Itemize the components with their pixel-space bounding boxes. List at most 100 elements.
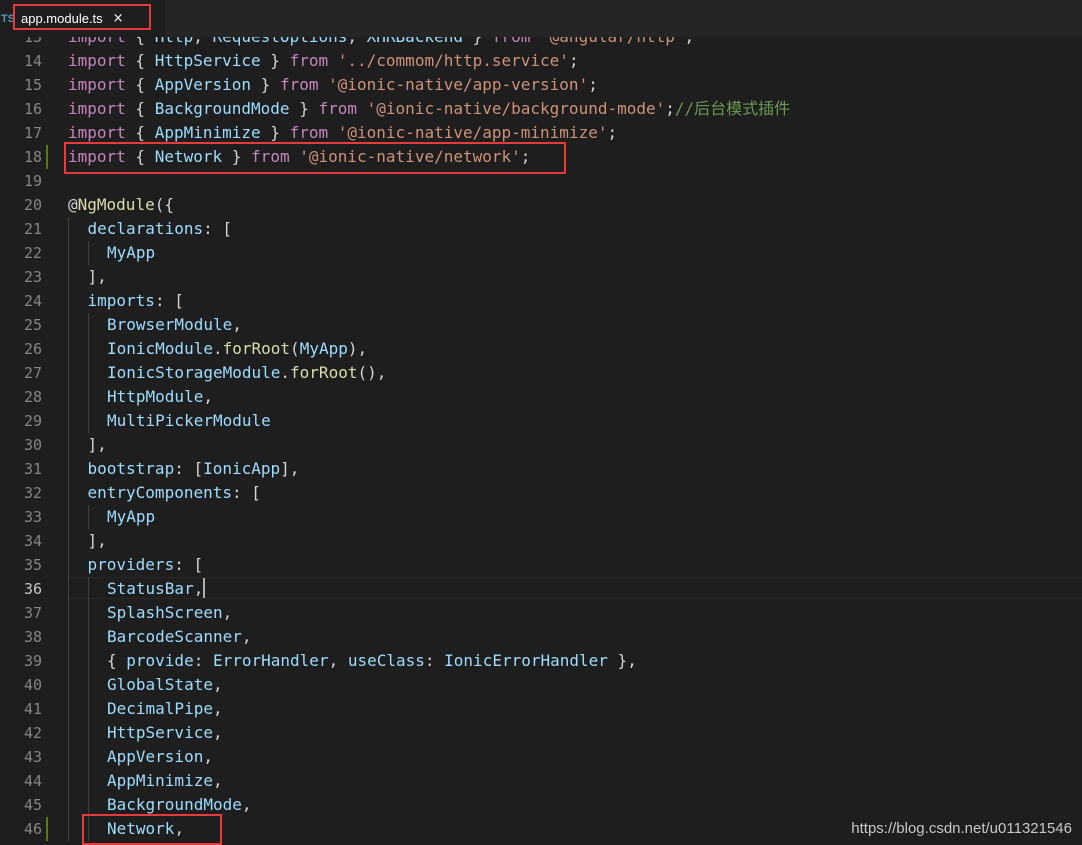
code-token: from <box>279 75 319 94</box>
code-line[interactable]: 27 IonicStorageModule.forRoot(), <box>0 361 1082 385</box>
indent-guide <box>87 409 89 433</box>
code-token: { <box>125 51 155 70</box>
line-number: 25 <box>23 316 42 334</box>
code-line[interactable]: 36 StatusBar, <box>0 577 1082 601</box>
indent-guide <box>87 361 89 385</box>
code-line[interactable]: 21 declarations: [ <box>0 217 1082 241</box>
code-token: , <box>212 675 223 694</box>
code-line[interactable]: 20 @NgModule({ <box>0 193 1082 217</box>
code-token: //后台模式插件 <box>674 99 791 118</box>
code-line[interactable]: 37 SplashScreen, <box>0 601 1082 625</box>
code-token: forRoot <box>222 339 291 358</box>
code-line[interactable]: 15 import { AppVersion } from '@ionic-nat… <box>0 73 1082 97</box>
code-token: BackgroundMode <box>154 99 290 118</box>
code-line[interactable]: 40 GlobalState, <box>0 673 1082 697</box>
code-token: ({ <box>154 195 174 214</box>
code-token: ], <box>87 531 107 550</box>
code-token: : [ <box>174 555 204 574</box>
code-line[interactable]: 43 AppVersion, <box>0 745 1082 769</box>
code-text: ], <box>88 529 107 553</box>
code-line[interactable]: 26 IonicModule.forRoot(MyApp), <box>0 337 1082 361</box>
code-token: '../commom/http.service' <box>337 51 569 70</box>
code-token: AppVersion <box>107 747 204 766</box>
code-token: imports <box>87 291 155 310</box>
line-number: 16 <box>23 100 42 118</box>
indent-guide <box>68 433 69 457</box>
line-number: 33 <box>23 508 42 526</box>
code-line[interactable]: 34], <box>0 529 1082 553</box>
line-number: 37 <box>23 604 42 622</box>
code-line[interactable]: 33 MyApp <box>0 505 1082 529</box>
code-token: @ <box>68 195 78 214</box>
code-text: SplashScreen, <box>107 601 232 625</box>
code-text: IonicStorageModule.forRoot(), <box>107 361 386 385</box>
code-line[interactable]: 35 providers: [ <box>0 553 1082 577</box>
code-line[interactable]: 44 AppMinimize, <box>0 769 1082 793</box>
code-text: IonicModule.forRoot(MyApp), <box>107 337 367 361</box>
code-token: ErrorHandler <box>212 651 329 670</box>
indent-guide <box>68 745 69 769</box>
indent-guide <box>68 217 69 241</box>
code-line[interactable]: 31 bootstrap: [IonicApp], <box>0 457 1082 481</box>
indent-guide <box>68 793 69 817</box>
code-line[interactable]: 25 BrowserModule, <box>0 313 1082 337</box>
code-line[interactable]: 38 BarcodeScanner, <box>0 625 1082 649</box>
code-text: bootstrap: [IonicApp], <box>88 457 300 481</box>
code-token: ; <box>568 51 579 70</box>
code-token: { <box>125 123 155 142</box>
code-line[interactable]: 32 entryComponents: [ <box>0 481 1082 505</box>
line-number: 17 <box>23 124 42 142</box>
code-token: ], <box>280 459 300 478</box>
code-token: declarations <box>87 219 204 238</box>
code-token: { <box>107 651 127 670</box>
code-line[interactable]: 39 { provide: ErrorHandler, useClass: Ion… <box>0 649 1082 673</box>
gutter-change-marker <box>46 817 48 841</box>
line-number: 45 <box>23 796 42 814</box>
indent-guide <box>87 505 89 529</box>
indent-guide <box>87 577 89 601</box>
line-number: 38 <box>23 628 42 646</box>
code-line[interactable]: 24 imports: [ <box>0 289 1082 313</box>
code-token: HttpService <box>154 51 261 70</box>
code-token: , <box>222 603 233 622</box>
code-token: AppMinimize <box>107 771 213 790</box>
code-line[interactable]: 23], <box>0 265 1082 289</box>
code-text: GlobalState, <box>107 673 223 697</box>
code-token: SplashScreen <box>107 603 223 622</box>
code-token: , <box>232 315 242 334</box>
code-text: @NgModule({ <box>68 193 174 217</box>
code-token: MultiPickerModule <box>107 411 271 430</box>
code-text: MyApp <box>107 505 155 529</box>
code-line[interactable]: 41 DecimalPipe, <box>0 697 1082 721</box>
code-text: providers: [ <box>88 553 204 577</box>
line-number: 34 <box>23 532 42 550</box>
code-token: AppVersion <box>154 75 252 94</box>
gutter-change-marker <box>46 145 48 169</box>
indent-guide <box>87 601 89 625</box>
code-token: ], <box>87 435 107 454</box>
code-line[interactable]: 28 HttpModule, <box>0 385 1082 409</box>
code-token: MyApp <box>107 507 156 526</box>
code-token: (), <box>357 363 387 382</box>
code-text: ], <box>88 433 107 457</box>
code-line[interactable]: 29 MultiPickerModule <box>0 409 1082 433</box>
code-line[interactable]: 22 MyApp <box>0 241 1082 265</box>
current-line-highlight <box>68 577 1082 599</box>
code-token: : <box>424 651 445 670</box>
line-number: 23 <box>23 268 42 286</box>
code-token: bootstrap <box>87 459 175 478</box>
code-token: , <box>241 627 252 646</box>
code-line[interactable]: 14 import { HttpService } from '../commom… <box>0 49 1082 73</box>
indent-guide <box>87 649 89 673</box>
code-line[interactable]: 42 HttpService, <box>0 721 1082 745</box>
code-token: : [ <box>174 459 204 478</box>
code-token: GlobalState <box>107 675 213 694</box>
code-text: entryComponents: [ <box>88 481 261 505</box>
indent-guide <box>68 313 69 337</box>
code-line[interactable]: 30], <box>0 433 1082 457</box>
code-token: IonicModule <box>107 339 213 358</box>
line-number: 14 <box>23 52 42 70</box>
code-line[interactable]: 16 import { BackgroundMode } from '@ionic… <box>0 97 1082 121</box>
code-token: DecimalPipe <box>107 699 213 718</box>
